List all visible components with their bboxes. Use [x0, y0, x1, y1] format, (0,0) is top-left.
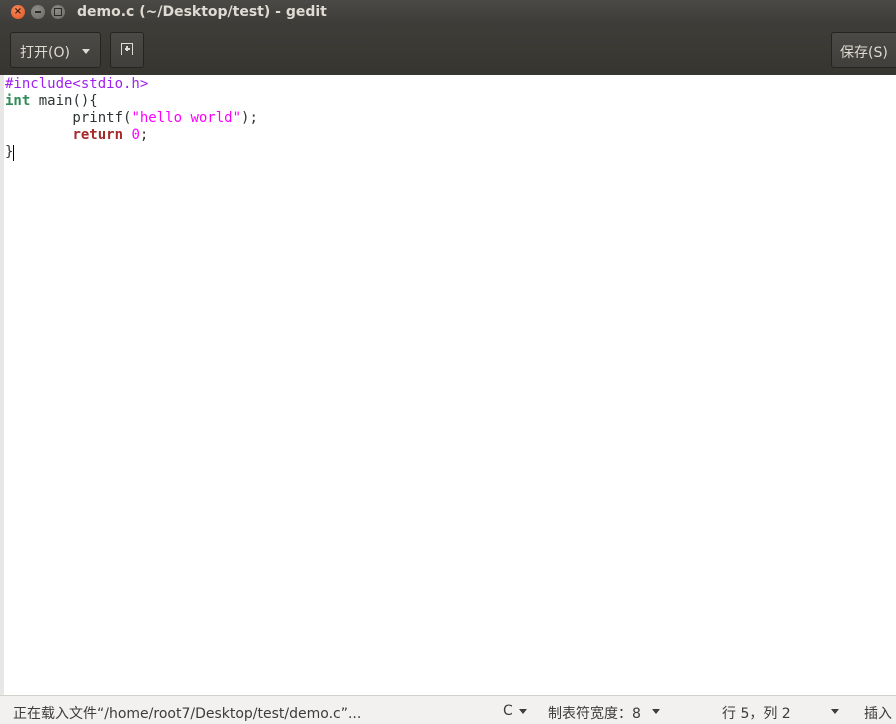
- minimize-window-button[interactable]: [31, 5, 45, 19]
- save-button[interactable]: 保存(S): [831, 32, 896, 68]
- insert-mode-indicator: 插入: [864, 706, 892, 722]
- maximize-window-button[interactable]: [51, 5, 65, 19]
- header-bar: 打开(O) 保存(S): [0, 26, 896, 76]
- code-token: printf(: [5, 110, 132, 126]
- title-bar: × demo.c (~/Desktop/test) - gedit: [0, 0, 896, 26]
- code-view[interactable]: #include<stdio.h> int main(){ printf("hel…: [5, 76, 258, 161]
- new-tab-icon: [121, 43, 133, 55]
- save-button-label: 保存(S): [840, 45, 888, 61]
- new-document-button[interactable]: [110, 32, 144, 68]
- code-token: "hello world": [131, 110, 242, 126]
- open-button[interactable]: 打开(O): [10, 32, 101, 68]
- code-token: #include<stdio.h>: [5, 76, 149, 92]
- code-token: main(){: [30, 93, 98, 109]
- text-cursor: [13, 145, 15, 161]
- code-token: }: [5, 144, 14, 160]
- code-line[interactable]: return 0;: [5, 127, 258, 144]
- code-line[interactable]: printf("hello world");: [5, 110, 258, 127]
- open-button-label: 打开(O): [20, 45, 70, 61]
- chevron-down-icon: [652, 709, 660, 714]
- window-title: demo.c (~/Desktop/test) - gedit: [77, 4, 327, 20]
- text-editor[interactable]: [0, 75, 896, 695]
- close-window-button[interactable]: ×: [11, 5, 25, 19]
- code-token: int: [5, 93, 31, 109]
- tab-width-selector[interactable]: 制表符宽度：8: [548, 703, 641, 723]
- chevron-down-icon: [519, 709, 527, 714]
- code-line[interactable]: int main(){: [5, 93, 258, 110]
- chevron-down-icon: [82, 49, 90, 54]
- status-message: 正在载入文件“/home/root7/Desktop/test/demo.c”.…: [13, 706, 362, 722]
- language-selector[interactable]: C: [503, 703, 513, 719]
- status-bar: 正在载入文件“/home/root7/Desktop/test/demo.c”.…: [0, 695, 896, 724]
- code-token: return: [72, 127, 124, 143]
- chevron-down-icon: [831, 709, 839, 714]
- code-token: 0: [131, 127, 140, 143]
- code-line[interactable]: #include<stdio.h>: [5, 76, 258, 93]
- code-token: ;: [139, 127, 149, 143]
- cursor-position[interactable]: 行 5，列 2: [722, 703, 791, 723]
- code-token: );: [241, 110, 258, 126]
- code-line[interactable]: }: [5, 144, 258, 161]
